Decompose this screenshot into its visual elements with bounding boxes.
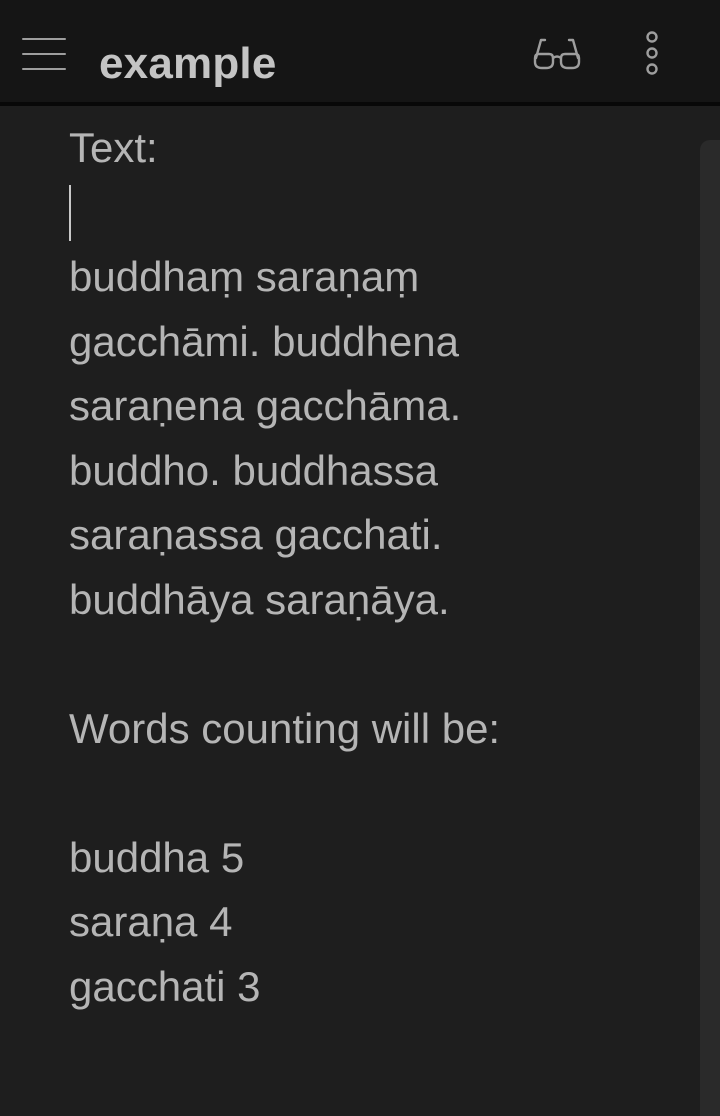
text-line: Text: [69,124,158,171]
text-line: saraṇa 4 [69,898,233,945]
hamburger-menu-icon [22,38,66,40]
text-cursor [69,184,71,241]
top-app-bar: example [0,0,720,106]
glasses-icon [533,38,581,70]
note-title: example [99,39,277,88]
text-line: Words counting will be: [69,704,501,752]
text-line: gacchāmi. buddhena [69,317,459,365]
vertical-ellipsis-icon [646,31,658,75]
more-options-button[interactable] [634,26,670,82]
hamburger-menu-icon-line [22,68,66,70]
text-line-cursor [69,181,689,246]
text-line: buddha 5 [69,833,245,881]
text-line: buddhāya saraṇāya. [69,575,450,623]
text-line: buddhaṃ saraṇaṃ [69,253,420,300]
editor-content[interactable]: Text: buddhaṃ saraṇaṃ gacchāmi. buddhena… [69,116,689,1019]
text-line: saraṇassa gacchati. [69,511,443,558]
text-line: gacchati 3 [69,962,261,1010]
text-line: buddho. buddhassa [69,446,438,494]
hamburger-menu-icon-line [22,53,66,55]
reading-mode-button[interactable] [528,30,586,78]
scrollbar-thumb[interactable] [700,140,720,1116]
menu-button[interactable] [14,28,74,80]
text-line: saraṇena gacchāma. [69,382,462,429]
